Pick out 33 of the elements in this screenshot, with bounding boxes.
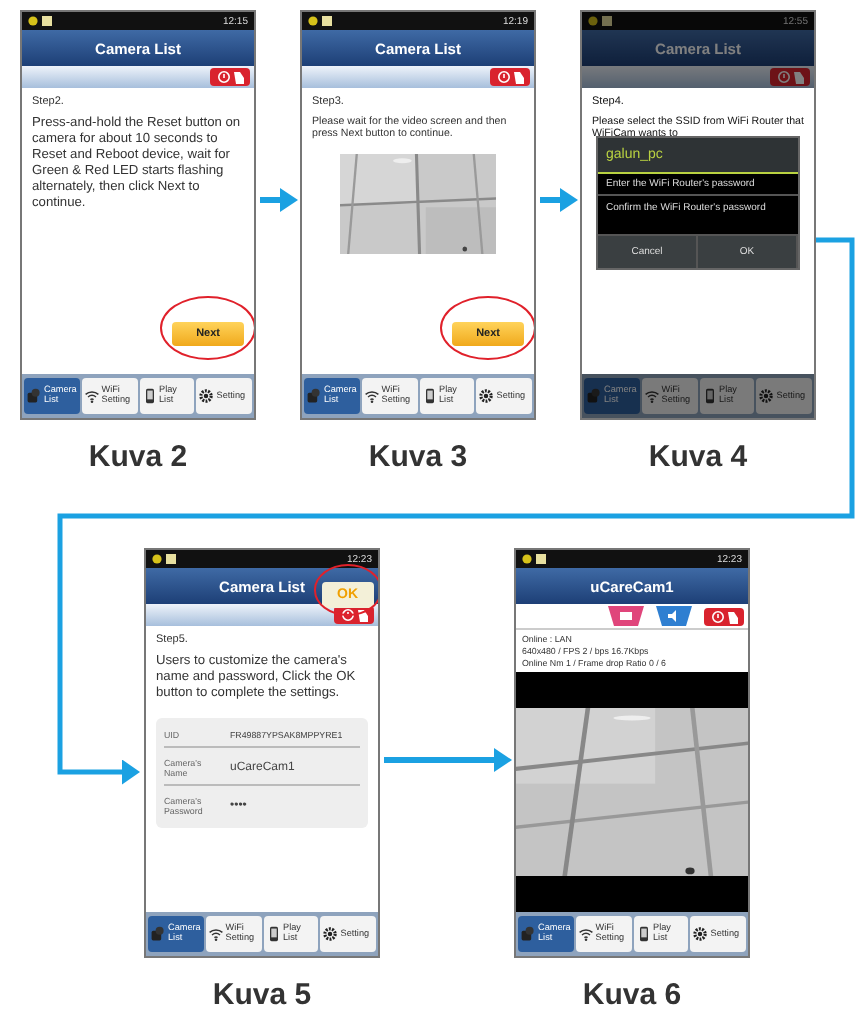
speaker-icon[interactable] xyxy=(656,606,692,626)
phone-icon xyxy=(701,388,717,404)
alert-badge-icon[interactable] xyxy=(704,607,744,625)
wifi-icon xyxy=(363,388,380,404)
alert-badge-icon[interactable] xyxy=(490,68,530,86)
figure-caption: Kuva 6 xyxy=(582,978,682,1012)
phone-icon xyxy=(265,926,281,942)
alert-badge-icon[interactable] xyxy=(770,68,810,86)
camera-icon xyxy=(586,388,602,404)
wifi-icon xyxy=(207,926,224,942)
alert-badge-icon[interactable] xyxy=(210,68,250,86)
gear-icon xyxy=(692,926,709,942)
figure-caption: Kuva 2 xyxy=(88,440,188,474)
wifi-icon xyxy=(643,388,660,404)
phone-icon xyxy=(635,926,651,942)
figure-caption: Kuva 4 xyxy=(648,440,748,474)
wifi-icon xyxy=(83,388,100,404)
gear-icon xyxy=(198,388,215,404)
gear-icon xyxy=(478,388,495,404)
phone-icon xyxy=(421,388,437,404)
camera-icon xyxy=(150,926,166,942)
snapshot-icon[interactable] xyxy=(608,606,644,626)
figure-caption: Kuva 5 xyxy=(212,978,312,1012)
gear-icon xyxy=(758,388,775,404)
camera-icon xyxy=(520,926,536,942)
flow-arrow xyxy=(540,188,578,212)
camera-icon xyxy=(26,388,42,404)
camera-icon xyxy=(306,388,322,404)
flow-arrow xyxy=(260,188,298,212)
wifi-icon xyxy=(577,926,594,942)
phone-icon xyxy=(141,388,157,404)
gear-icon xyxy=(322,926,339,942)
figure-caption: Kuva 3 xyxy=(368,440,468,474)
